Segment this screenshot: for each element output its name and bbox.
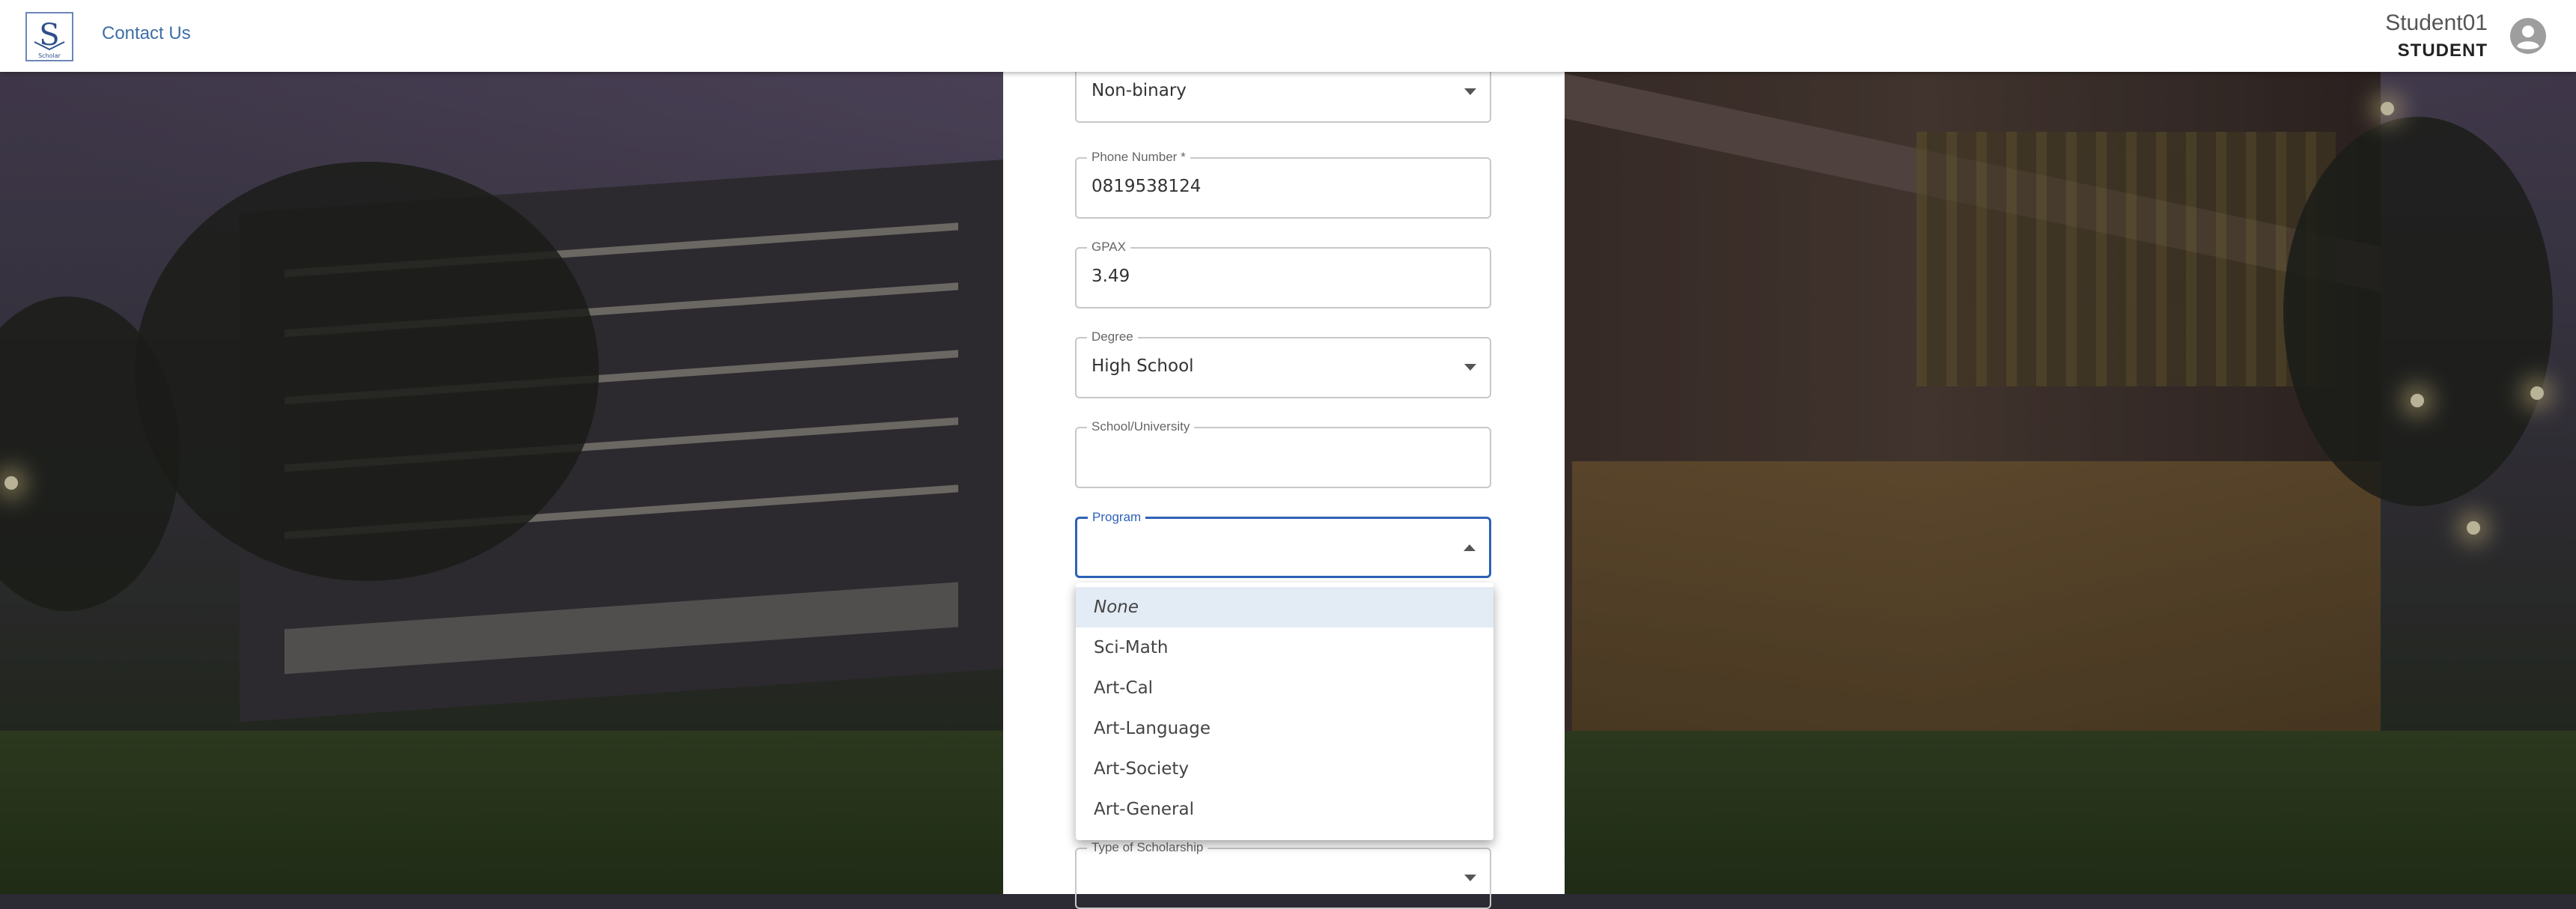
chevron-down-icon (1464, 88, 1476, 95)
scholar-logo[interactable]: S Scholar (25, 12, 73, 61)
phone-number-field[interactable]: Phone Number * 0819538124 (1075, 150, 1491, 219)
gpax-value: 3.49 (1091, 267, 1130, 286)
chevron-down-icon (1464, 875, 1476, 881)
phone-number-value: 0819538124 (1091, 177, 1202, 196)
school-university-label: School/University (1087, 419, 1195, 434)
degree-label: Degree (1087, 329, 1138, 344)
degree-value: High School (1091, 356, 1194, 376)
degree-select[interactable]: Degree High School (1075, 329, 1491, 398)
contact-us-link[interactable]: Contact Us (102, 23, 191, 44)
program-option-art-cal[interactable]: Art-Cal (1076, 668, 1493, 708)
logo-text: Scholar (38, 52, 61, 59)
program-option-art-language[interactable]: Art-Language (1076, 708, 1493, 749)
school-university-field[interactable]: School/University (1075, 419, 1491, 488)
program-dropdown-menu: None Sci-Math Art-Cal Art-Language Art-S… (1076, 583, 1493, 840)
chevron-up-icon (1464, 544, 1476, 551)
phone-number-label: Phone Number * (1087, 150, 1190, 165)
gpax-field[interactable]: GPAX 3.49 (1075, 240, 1491, 308)
user-name: Student01 (2385, 10, 2488, 35)
program-option-none[interactable]: None (1076, 587, 1493, 627)
program-option-art-general[interactable]: Art-General (1076, 789, 1493, 830)
gender-value: Non-binary (1091, 81, 1187, 100)
program-option-sci-math[interactable]: Sci-Math (1076, 627, 1493, 668)
scholarship-type-select[interactable]: Type of Scholarship (1075, 840, 1491, 909)
user-role: STUDENT (2397, 40, 2488, 61)
gpax-label: GPAX (1087, 240, 1130, 255)
program-label: Program (1088, 510, 1146, 525)
account-avatar-icon[interactable] (2510, 18, 2546, 54)
chevron-down-icon (1464, 364, 1476, 371)
program-option-art-society[interactable]: Art-Society (1076, 749, 1493, 789)
top-app-bar: S Scholar Contact Us Student01 STUDENT (0, 0, 2576, 72)
scholarship-type-label: Type of Scholarship (1087, 840, 1208, 855)
svg-text:S: S (39, 18, 59, 52)
program-select[interactable]: Program (1075, 510, 1491, 578)
